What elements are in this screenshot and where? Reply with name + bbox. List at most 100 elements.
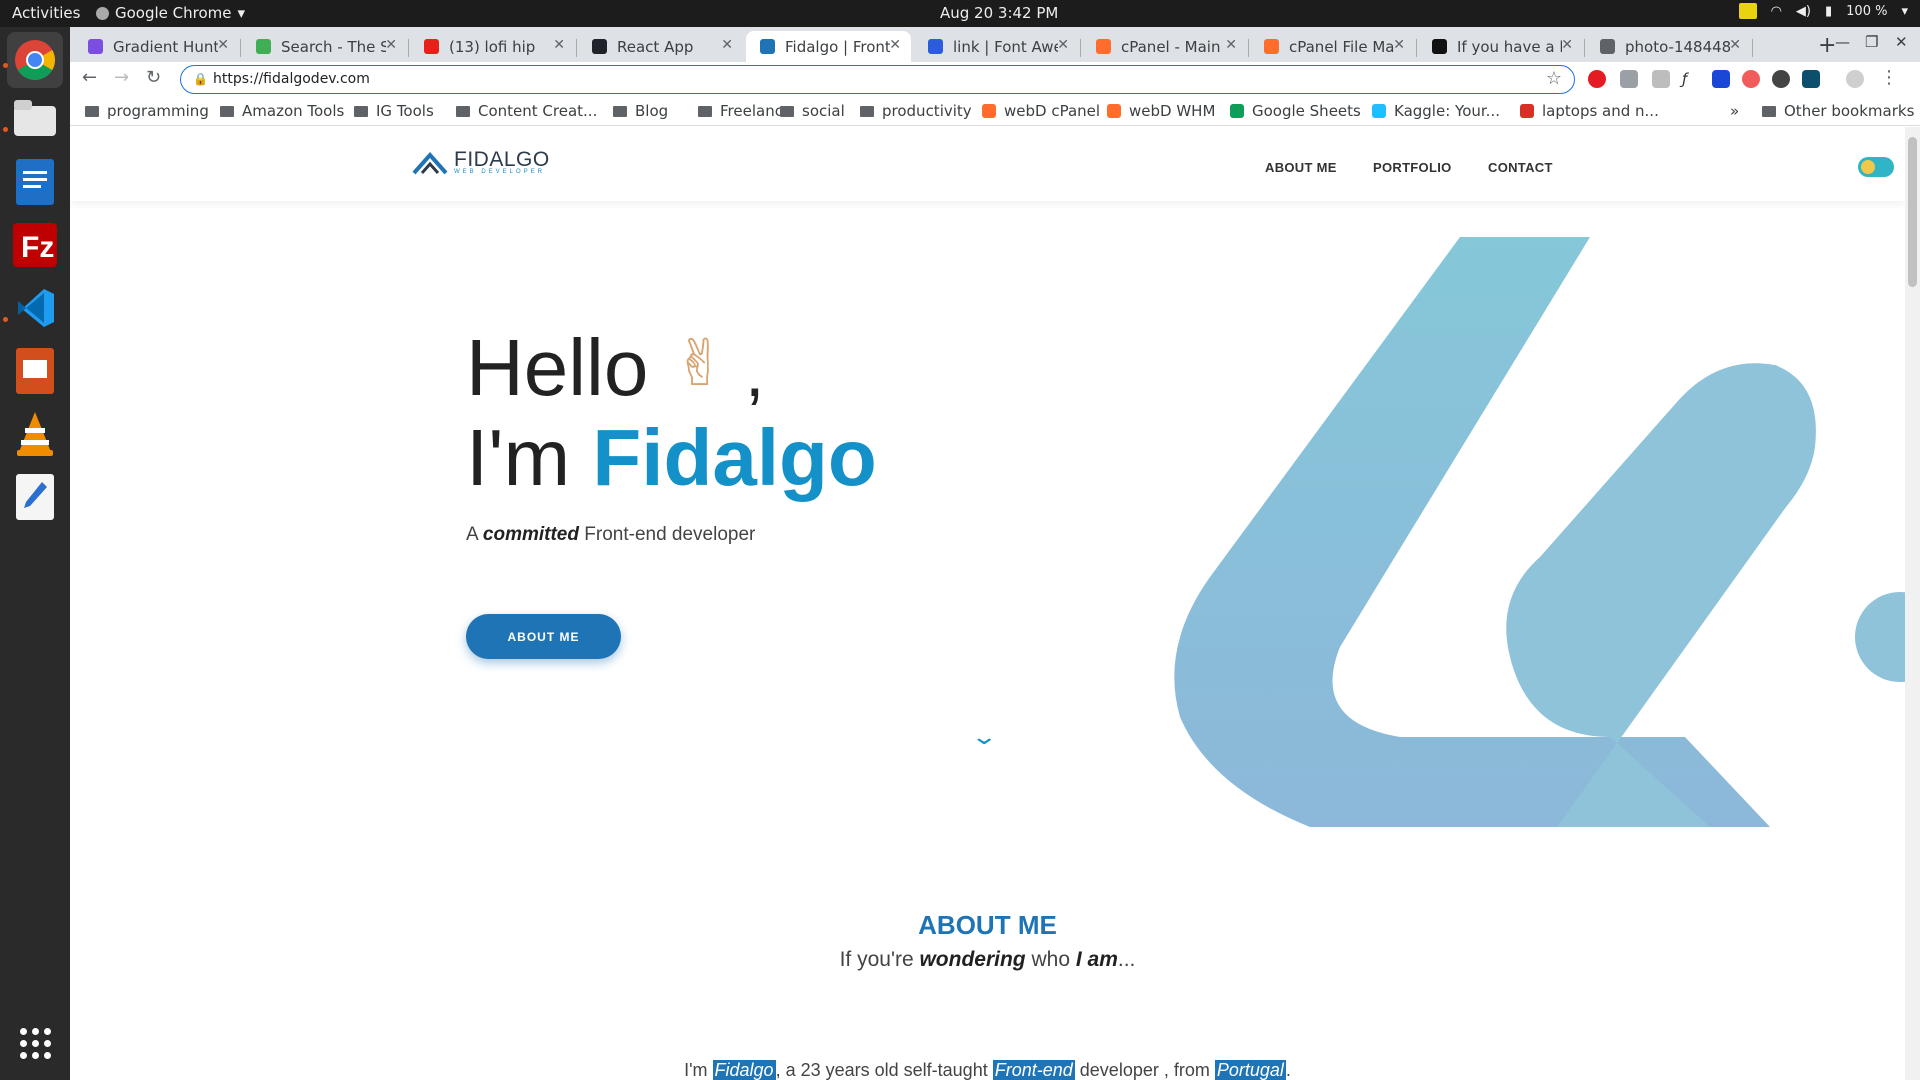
bookmark-item[interactable]: productivity [860,102,972,120]
bookmark-item[interactable]: Content Creat... [456,102,597,120]
dock-writer[interactable] [7,154,63,210]
tab-close-icon[interactable]: ✕ [721,37,733,53]
app-menu[interactable]: Google Chrome ▾ [96,4,245,22]
tab-separator [1416,39,1417,57]
theme-toggle[interactable] [1858,157,1894,177]
profile-avatar[interactable] [1846,70,1864,88]
dock-vlc[interactable] [7,406,63,462]
nav-portfolio[interactable]: PORTFOLIO [1373,160,1452,175]
other-bookmarks[interactable]: Other bookmarks [1762,102,1914,120]
bookmark-label: webD WHM [1129,102,1216,120]
page-scrollbar[interactable] [1905,127,1920,1080]
tab-separator [1248,39,1249,57]
tab-separator [1584,39,1585,57]
tab-title: cPanel - Main [1121,37,1221,56]
bookmark-item[interactable]: Kaggle: Your... [1372,102,1500,120]
restore-button[interactable]: ❐ [1865,33,1878,51]
nav-about-me[interactable]: ABOUT ME [1265,160,1337,175]
dock-files[interactable] [7,90,63,146]
dock-text-editor[interactable] [7,469,63,525]
bookmark-item[interactable]: programming [85,102,209,120]
bookmark-item[interactable]: social [780,102,845,120]
tab-close-icon[interactable]: ✕ [1393,37,1405,53]
logo-subtitle: WEB DEVELOPER [454,169,546,175]
close-window-button[interactable]: ✕ [1895,33,1908,51]
forward-icon[interactable]: → [114,67,129,88]
bookmark-item[interactable]: webD cPanel [982,102,1100,120]
dock: Fz [0,27,70,1080]
opera-extension-icon[interactable] [1588,70,1606,88]
browser-tab[interactable]: (13) lofi hip ✕ [410,31,575,62]
logo-mark-icon [412,151,448,175]
scrollbar-thumb[interactable] [1908,137,1917,287]
dock-impress[interactable] [7,343,63,399]
new-tab-button[interactable]: + [1818,33,1836,58]
bookmarks-overflow-button[interactable]: » [1730,102,1739,120]
js-extension-icon[interactable] [1620,70,1638,88]
dock-chrome[interactable] [7,32,63,88]
tab-separator [576,39,577,57]
app-menu-label: Google Chrome [115,4,232,22]
minimize-button[interactable]: — [1835,33,1850,51]
bookmark-item[interactable]: laptops and n... [1520,102,1659,120]
lock-icon[interactable]: 🔒 [193,72,208,86]
whatfont-extension-icon[interactable]: ƒ [1682,70,1700,88]
dark-extension-icon[interactable] [1802,70,1820,88]
browser-tab[interactable]: cPanel - Main ✕ [1082,31,1247,62]
folder-icon [220,105,234,117]
chrome-menu-icon[interactable]: ⋮ [1880,67,1898,88]
bookmark-item[interactable]: Blog [613,102,668,120]
bookmark-item[interactable]: webD WHM [1107,102,1215,120]
browser-tab[interactable]: Fidalgo | Front ✕ [746,31,911,62]
folder-icon [456,105,470,117]
tab-close-icon[interactable]: ✕ [889,37,901,53]
bookmark-item[interactable]: Freelance [698,102,792,120]
reload-icon[interactable]: ↻ [146,67,161,88]
scroll-down-chevron-icon[interactable]: ⌄ [970,725,998,750]
hero-im: I'm Fidalgo [466,412,877,504]
tab-favicon-icon [928,39,943,54]
about-text-part: developer , from [1079,1060,1210,1080]
about-highlight: Front-end [992,1060,1075,1080]
system-tray[interactable]: ◠ ◀) ▮ 100 % ▾ [1738,3,1908,19]
dock-vscode[interactable] [7,280,63,336]
bookmark-item[interactable]: IG Tools [354,102,434,120]
browser-tab[interactable]: Gradient Hunt ✕ [74,31,239,62]
browser-tab[interactable]: photo-148448 ✕ [1586,31,1751,62]
grid-extension-icon[interactable] [1712,70,1730,88]
browser-tab[interactable]: If you have a li ✕ [1418,31,1583,62]
clock[interactable]: Aug 20 3:42 PM [940,4,1058,22]
bookmark-item[interactable]: Google Sheets [1230,102,1361,120]
tab-close-icon[interactable]: ✕ [1561,37,1573,53]
tab-close-icon[interactable]: ✕ [217,37,229,53]
back-icon[interactable]: ← [82,67,97,88]
browser-tab[interactable]: Search - The So✕ [242,31,407,62]
tab-close-icon[interactable]: ✕ [1057,37,1069,53]
bookmark-star-icon[interactable]: ☆ [1546,68,1562,89]
address-bar[interactable]: 🔒 https://fidalgodev.com ☆ [180,65,1575,94]
tab-close-icon[interactable]: ✕ [553,37,565,53]
browser-tab[interactable]: React App ✕ [578,31,743,62]
tab-close-icon[interactable]: ✕ [1729,37,1741,53]
red-extension-icon[interactable] [1742,70,1760,88]
bookmark-item[interactable]: Amazon Tools [220,102,344,120]
activities-button[interactable]: Activities [12,4,80,22]
browser-tab[interactable]: link | Font Awe ✕ [914,31,1079,62]
browser-tab[interactable]: cPanel File Ma ✕ [1250,31,1415,62]
color-picker-extension-icon[interactable] [1652,70,1670,88]
notes-icon[interactable] [1738,3,1757,19]
bookmark-favicon-icon [982,104,996,118]
dock-running-indicator [3,63,8,68]
dock-filezilla[interactable]: Fz [7,217,63,273]
system-top-bar: Activities Google Chrome ▾ Aug 20 3:42 P… [0,0,1920,27]
site-header: FIDALGO WEB DEVELOPER ABOUT ME PORTFOLIO… [70,127,1905,201]
nav-contact[interactable]: CONTACT [1488,160,1553,175]
tab-close-icon[interactable]: ✕ [385,37,397,53]
folder-icon [860,105,874,117]
site-logo[interactable]: FIDALGO WEB DEVELOPER [412,149,550,175]
show-applications-button[interactable] [7,1015,63,1071]
about-me-button[interactable]: ABOUT ME [466,614,621,659]
tab-close-icon[interactable]: ✕ [1225,37,1237,53]
folder-icon [1762,105,1776,117]
wappalyzer-extension-icon[interactable] [1772,70,1790,88]
